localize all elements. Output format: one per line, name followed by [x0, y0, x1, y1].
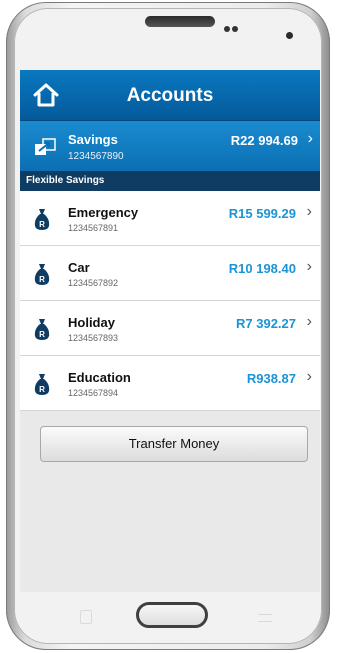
page-title: Accounts — [126, 85, 214, 106]
account-list: R Emergency 1234567891 R15 599.29 › R Ca… — [20, 191, 320, 411]
list-item[interactable]: R Car 1234567892 R10 198.40 › — [20, 246, 320, 301]
svg-text:R: R — [39, 220, 45, 229]
money-bag-icon: R — [34, 209, 50, 230]
money-bag-icon: R — [34, 374, 50, 395]
account-name: Savings — [68, 132, 118, 147]
account-number: 1234567890 — [68, 151, 124, 162]
account-balance: R15 599.29 — [228, 206, 296, 221]
app-screen: Accounts Savings 1234567890 R22 994.69 ›… — [20, 70, 320, 592]
back-key[interactable] — [258, 614, 272, 622]
account-name: Car — [68, 260, 90, 275]
account-balance: R22 994.69 — [230, 133, 298, 148]
money-bag-icon: R — [34, 319, 50, 340]
account-number: 1234567891 — [68, 223, 119, 233]
transfer-money-button[interactable]: Transfer Money — [40, 426, 308, 462]
chevron-right-icon: › — [307, 130, 313, 147]
app-header: Accounts — [20, 70, 320, 121]
list-item[interactable]: R Emergency 1234567891 R15 599.29 › — [20, 191, 320, 246]
account-name: Emergency — [68, 205, 139, 220]
account-number: 1234567894 — [68, 388, 119, 398]
account-name: Education — [68, 370, 131, 385]
account-balance: R938.87 — [246, 371, 296, 386]
front-camera — [286, 32, 293, 39]
svg-text:R: R — [39, 385, 45, 394]
list-item[interactable]: R Holiday 1234567893 R7 392.27 › — [20, 301, 320, 356]
account-name: Holiday — [68, 315, 115, 330]
account-number: 1234567893 — [68, 333, 119, 343]
money-bag-icon: R — [34, 264, 50, 285]
recent-apps-key[interactable] — [80, 610, 92, 624]
account-number: 1234567892 — [68, 278, 119, 288]
speaker-grille — [145, 16, 215, 27]
chevron-right-icon: › — [306, 368, 312, 385]
account-balance: R7 392.27 — [236, 316, 296, 331]
hardware-home-button[interactable] — [136, 602, 208, 628]
svg-text:R: R — [39, 275, 45, 284]
list-item[interactable]: R Education 1234567894 R938.87 › — [20, 356, 320, 411]
chevron-right-icon: › — [306, 203, 312, 220]
proximity-sensor — [224, 26, 230, 32]
transfer-icon — [35, 138, 56, 155]
chevron-right-icon: › — [306, 313, 312, 330]
light-sensor — [232, 26, 238, 32]
svg-text:R: R — [39, 330, 45, 339]
chevron-right-icon: › — [306, 258, 312, 275]
section-header: Flexible Savings — [20, 171, 320, 191]
main-account-row[interactable]: Savings 1234567890 R22 994.69 › — [20, 121, 320, 171]
account-balance: R10 198.40 — [228, 261, 296, 276]
